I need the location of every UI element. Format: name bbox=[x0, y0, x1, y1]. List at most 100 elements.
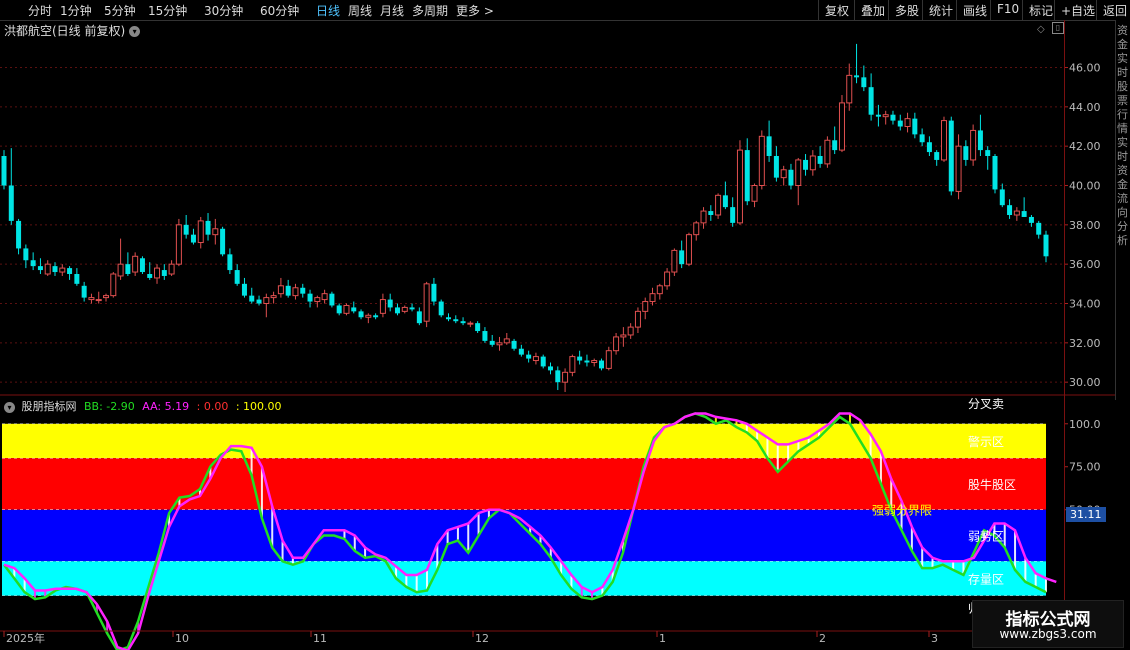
candle-body-up bbox=[401, 306, 408, 312]
candle-body-up bbox=[59, 267, 66, 273]
candle-body-down bbox=[409, 307, 415, 310]
candle-body-down bbox=[431, 283, 437, 302]
candle-body-down bbox=[817, 156, 823, 164]
candle-body-up bbox=[634, 310, 641, 328]
indicator-bb-value: BB: -2.90 bbox=[84, 400, 135, 413]
indicator-chevron-icon[interactable]: ▾ bbox=[4, 401, 15, 413]
candle-body-up bbox=[955, 145, 962, 192]
candle-body-down bbox=[300, 287, 306, 294]
candle-body-up bbox=[882, 114, 889, 118]
candle-body-up bbox=[795, 159, 802, 186]
price-tick-label: 42.00 bbox=[1069, 140, 1101, 153]
candle-body-up bbox=[110, 273, 117, 297]
candle-body-down bbox=[307, 293, 313, 302]
candle-body-up bbox=[467, 322, 474, 325]
candle-body-down bbox=[912, 118, 918, 135]
price-tick-label: 46.00 bbox=[1069, 62, 1101, 75]
candle-body-down bbox=[147, 274, 153, 278]
candle-body-down bbox=[183, 224, 189, 235]
candle-body-down bbox=[875, 114, 881, 117]
candle-body-up bbox=[343, 304, 350, 314]
zone-label-top: 分叉卖 bbox=[968, 397, 1004, 411]
price-tick-label: 34.00 bbox=[1069, 298, 1101, 311]
candle-body-down bbox=[139, 258, 145, 273]
candle-body-up bbox=[970, 129, 977, 161]
date-tick-label: 3 bbox=[931, 632, 938, 645]
candle-body-up bbox=[642, 301, 649, 312]
candle-body-up bbox=[664, 271, 671, 287]
zone-label-blue: 弱势区 bbox=[968, 529, 1004, 543]
candle-body-down bbox=[577, 356, 583, 361]
candle-body-up bbox=[365, 314, 372, 318]
candle-body-down bbox=[548, 366, 554, 371]
ind-tick-label: 75.00 bbox=[1069, 461, 1101, 474]
candle-body-up bbox=[649, 293, 656, 303]
candle-body-up bbox=[620, 334, 627, 338]
candle-body-up bbox=[212, 228, 219, 236]
candle-body-up bbox=[496, 342, 503, 346]
candle-body-down bbox=[416, 311, 422, 324]
date-tick-label: 2 bbox=[819, 632, 826, 645]
candle-body-up bbox=[693, 222, 700, 236]
candle-body-up bbox=[321, 293, 328, 301]
zone-label-red: 股牛股区 bbox=[968, 477, 1016, 492]
candle-body-up bbox=[132, 255, 139, 273]
candle-body-down bbox=[934, 152, 940, 160]
candle-body-up bbox=[103, 295, 110, 299]
candle-body-down bbox=[205, 220, 211, 235]
candle-body-up bbox=[715, 194, 722, 216]
candle-body-down bbox=[8, 185, 14, 221]
indicator-v3-value: : 0.00 bbox=[196, 400, 229, 413]
candle-body-up bbox=[503, 338, 510, 344]
ind-tick-label: 100.0 bbox=[1069, 418, 1101, 431]
candle-body-up bbox=[562, 371, 569, 383]
indicator-title: ▾ 股朋指标网 BB: -2.90 AA: 5.19 : 0.00 : 100.… bbox=[4, 398, 286, 414]
candle-body-up bbox=[379, 299, 386, 314]
candle-body-down bbox=[336, 305, 342, 314]
candle-body-down bbox=[351, 307, 357, 312]
candle-body-down bbox=[489, 340, 495, 345]
candle-body-down bbox=[599, 360, 605, 369]
price-tick-label: 44.00 bbox=[1069, 101, 1101, 114]
candle-body-down bbox=[679, 250, 685, 265]
candle-body-up bbox=[904, 118, 911, 127]
candle-body-down bbox=[1043, 234, 1049, 257]
zone-0 bbox=[2, 423, 1046, 459]
candle-body-up bbox=[292, 287, 299, 297]
candle-body-down bbox=[81, 285, 87, 298]
candle-body-down bbox=[540, 356, 546, 367]
candle-body-up bbox=[809, 155, 816, 171]
price-tick-label: 36.00 bbox=[1069, 258, 1101, 271]
watermark-url: www.zbgs3.com bbox=[999, 627, 1097, 641]
candle-body-up bbox=[780, 169, 787, 179]
candle-body-down bbox=[773, 156, 779, 178]
candle-body-down bbox=[373, 315, 379, 318]
candle-body-down bbox=[394, 307, 400, 314]
chart-svg[interactable]: 46.00 44.00 42.00 40.00 38.00 36.00 34.00 32.00… bbox=[0, 0, 1130, 650]
candle-body-up bbox=[1013, 210, 1020, 216]
candle-body-up bbox=[824, 139, 831, 165]
watermark: 指标公式网 www.zbgs3.com bbox=[972, 600, 1124, 648]
candle-body-down bbox=[992, 156, 998, 190]
candle-body-up bbox=[613, 336, 620, 352]
candle-body-down bbox=[1, 156, 7, 186]
candle-body-down bbox=[766, 136, 772, 156]
candle-body-down bbox=[329, 293, 335, 306]
candle-body-down bbox=[1028, 216, 1034, 223]
candle-body-down bbox=[948, 120, 954, 192]
candle-body-down bbox=[125, 264, 131, 274]
candle-body-down bbox=[445, 317, 451, 320]
date-tick-label: 2025年 bbox=[6, 631, 45, 645]
candle-body-up bbox=[685, 234, 692, 265]
candle-body-up bbox=[605, 350, 612, 369]
candle-body-down bbox=[730, 207, 736, 223]
candle-body-down bbox=[1021, 211, 1027, 217]
price-tick-label: 38.00 bbox=[1069, 219, 1101, 232]
candle-body-down bbox=[999, 189, 1005, 206]
price-tick-label: 32.00 bbox=[1069, 337, 1101, 350]
side-text: 资金实时股票行情实时资金流向分析 bbox=[1117, 24, 1128, 247]
candle-body-up bbox=[671, 249, 678, 273]
candle-body-up bbox=[751, 185, 758, 202]
date-tick-label: 11 bbox=[313, 632, 327, 645]
candle-body-down bbox=[30, 260, 36, 267]
